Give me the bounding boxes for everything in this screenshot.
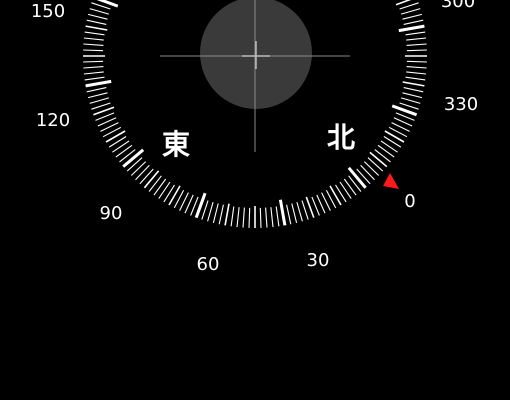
minor-tick [84, 76, 105, 81]
minor-tick [275, 206, 280, 227]
minor-tick [218, 204, 224, 225]
minor-tick [83, 37, 104, 41]
minor-tick [207, 201, 214, 222]
minor-tick [91, 102, 111, 110]
minor-tick [377, 144, 395, 158]
minor-tick [236, 207, 240, 228]
minor-tick [402, 13, 423, 20]
major-tick [398, 24, 425, 33]
minor-tick [83, 49, 104, 52]
minor-tick [230, 206, 235, 227]
major-tick [122, 148, 145, 168]
minor-tick [343, 178, 357, 196]
minor-tick [374, 149, 391, 163]
minor-tick [406, 71, 427, 75]
degree-label-300: 300 [441, 0, 475, 12]
minor-tick [139, 168, 154, 185]
minor-tick [406, 66, 427, 69]
minor-tick [248, 207, 251, 228]
major-tick [85, 79, 112, 88]
minor-tick [311, 196, 320, 216]
minor-tick [405, 76, 426, 81]
minor-tick [369, 151, 388, 168]
degree-label-120: 120 [36, 110, 70, 131]
degree-label-0: 0 [404, 191, 415, 212]
minor-tick [265, 207, 268, 228]
minor-tick [83, 60, 104, 63]
minor-tick [168, 185, 181, 206]
minor-tick [89, 97, 110, 104]
minor-tick [286, 204, 292, 225]
minor-tick [158, 181, 171, 199]
minor-tick [400, 97, 421, 104]
direction-label-east: 東 [162, 128, 190, 161]
minor-tick [259, 207, 262, 228]
minor-tick [402, 92, 423, 99]
heading-marker-icon [383, 173, 399, 189]
minor-tick [95, 112, 115, 121]
degree-label-150: 150 [31, 1, 65, 22]
minor-tick [84, 31, 105, 36]
degree-label-90: 90 [100, 203, 123, 224]
minor-tick [83, 66, 104, 69]
minor-tick [406, 37, 427, 41]
minor-tick [224, 203, 230, 226]
minor-tick [270, 207, 274, 228]
major-tick [278, 199, 287, 226]
minor-tick [329, 185, 342, 206]
minor-tick [86, 87, 107, 93]
minor-tick [87, 13, 108, 20]
minor-tick [406, 60, 427, 63]
minor-tick [212, 203, 219, 224]
minor-tick [296, 201, 303, 222]
minor-tick [83, 71, 104, 75]
minor-tick [384, 130, 405, 143]
degree-label-330: 330 [444, 94, 478, 115]
compass-dial: 150 300 330 120 90 0 60 30 東 北 [31, 0, 478, 275]
minor-tick [363, 161, 380, 176]
direction-label-north: 北 [327, 121, 355, 154]
minor-tick [143, 170, 160, 189]
minor-tick [130, 161, 147, 176]
minor-tick [135, 164, 150, 181]
minor-tick [85, 25, 108, 31]
major-tick [347, 166, 367, 189]
minor-tick [148, 175, 162, 192]
minor-tick [405, 31, 426, 36]
minor-tick [291, 203, 298, 224]
minor-tick [403, 87, 424, 93]
minor-tick [86, 19, 107, 25]
minor-tick [339, 181, 352, 199]
degree-label-60: 60 [197, 254, 220, 275]
minor-tick [105, 130, 126, 143]
minor-tick [301, 200, 309, 220]
minor-tick [399, 2, 419, 10]
minor-tick [89, 8, 110, 15]
minor-tick [402, 81, 425, 87]
minor-tick [112, 140, 130, 153]
degree-label-30: 30 [307, 250, 330, 271]
minor-tick [115, 144, 133, 158]
minor-tick [406, 43, 427, 46]
minor-tick [380, 140, 398, 153]
minor-tick [403, 19, 424, 25]
minor-tick [367, 157, 384, 172]
minor-tick [400, 8, 421, 15]
minor-tick [406, 49, 427, 52]
minor-tick [242, 207, 245, 228]
minor-tick [83, 43, 104, 46]
minor-tick [153, 178, 167, 196]
minor-tick [87, 92, 108, 99]
minor-tick [360, 164, 375, 181]
